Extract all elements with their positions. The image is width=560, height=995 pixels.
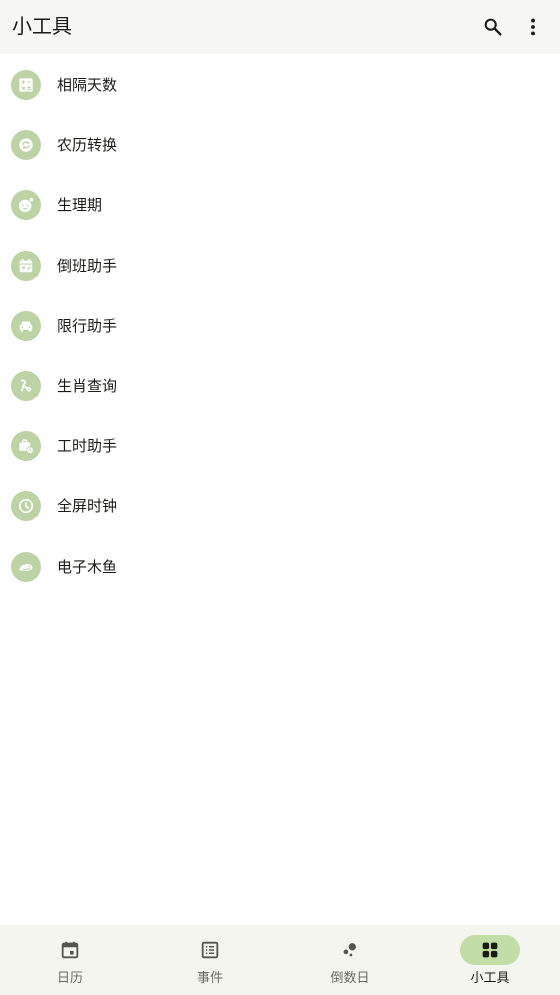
grid-apps-icon [482, 942, 498, 958]
more-vert-icon [531, 18, 535, 36]
tool-label: 倒班助手 [57, 256, 118, 275]
work-hours-icon [11, 431, 41, 462]
tool-label: 生理期 [57, 196, 103, 215]
calendar-icon [61, 941, 79, 959]
tool-label: 生肖查询 [57, 376, 118, 395]
car-icon [11, 310, 41, 341]
event-list-icon [201, 941, 219, 959]
tool-item-fullscreen-clock[interactable]: 全屏时钟 [0, 476, 560, 536]
countdown-dots-icon [343, 943, 356, 957]
clock-icon [11, 491, 41, 522]
tool-item-period[interactable]: 生理期 [0, 175, 560, 235]
tool-label: 电子木鱼 [57, 557, 118, 576]
tool-item-traffic-restriction[interactable]: 限行助手 [0, 296, 560, 356]
tool-item-wooden-fish[interactable]: 电子木鱼 [0, 537, 560, 597]
calculator-icon [11, 70, 41, 100]
more-options-button[interactable] [515, 9, 551, 45]
tool-item-zodiac-lookup[interactable]: 生肖查询 [0, 356, 560, 416]
tool-item-lunar-convert[interactable]: 农历转换 [0, 115, 560, 175]
nav-label: 小工具 [470, 971, 510, 986]
tool-item-shift-helper[interactable]: 倒班助手 [0, 236, 560, 296]
nav-tab-tools[interactable]: 小工具 [420, 925, 560, 995]
tool-item-work-hours[interactable]: 工时助手 [0, 416, 560, 476]
period-face-icon [11, 190, 41, 221]
bottom-navigation: 日历 事件 倒数日 小工具 [0, 925, 560, 995]
tool-label: 相隔天数 [57, 76, 118, 94]
nav-label: 倒数日 [330, 971, 370, 986]
search-button[interactable] [475, 9, 511, 45]
tool-label: 限行助手 [57, 316, 118, 335]
top-app-bar: 小工具 [0, 0, 560, 54]
shift-calendar-icon [11, 250, 41, 281]
nav-tab-events[interactable]: 事件 [140, 925, 280, 995]
nav-label: 事件 [196, 971, 223, 986]
search-icon [484, 18, 502, 36]
page-title: 小工具 [12, 14, 72, 38]
tool-label: 全屏时钟 [57, 497, 118, 516]
zodiac-icon [11, 370, 41, 401]
tool-list: 相隔天数 农历转换 生理期 倒班助手 限行助手 生肖查询 工时助手 全屏时钟 电… [0, 55, 560, 597]
convert-cycle-icon [11, 130, 41, 161]
nav-label: 日历 [56, 971, 83, 986]
nav-tab-countdown[interactable]: 倒数日 [280, 925, 420, 995]
tool-label: 农历转换 [57, 136, 118, 155]
tool-label: 工时助手 [57, 437, 118, 456]
nav-tab-calendar[interactable]: 日历 [0, 925, 140, 995]
active-indicator [460, 935, 520, 965]
wooden-fish-icon [11, 551, 41, 582]
tool-item-days-between[interactable]: 相隔天数 [0, 55, 560, 115]
